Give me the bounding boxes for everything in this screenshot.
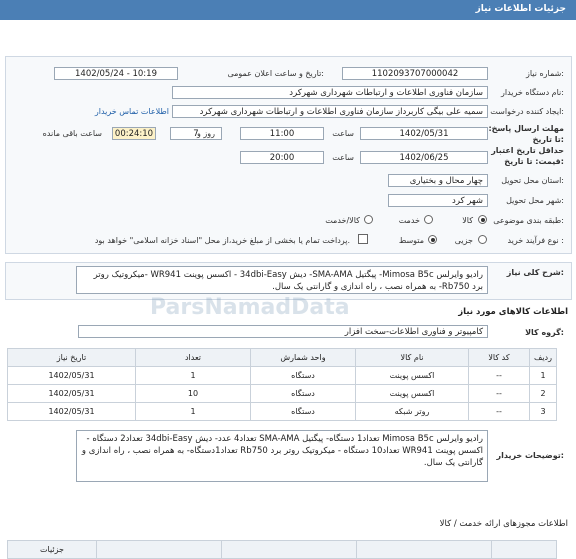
validity-label: حداقل تاریخ اعتبار قیمت: تا تاریخ:: [491, 146, 564, 166]
table-row: 2 -- اکسس پوینت دستگاه 10 1402/05/31: [7, 384, 557, 403]
cell-row: 2: [529, 384, 557, 403]
treasury-checkbox[interactable]: [358, 234, 368, 244]
cell-date: 1402/05/31: [7, 366, 136, 385]
summary-text: رادیو وایرلس Mimosa B5c- پیگتیل SMA-AMA-…: [76, 266, 488, 294]
table-row: 1 -- اکسس پوینت دستگاه 1 1402/05/31: [7, 366, 557, 385]
validity-time-label: ساعت: [332, 153, 354, 162]
deadline-date-field: 1402/05/31: [360, 127, 488, 140]
licenses-col-details: جزئیات: [7, 540, 97, 559]
goods-group-field: کامپیوتر و فناوری اطلاعات-سخت افزار: [78, 325, 488, 338]
creator-field: سمیه علی بیگی کاربرداز سازمان فناوری اطل…: [172, 105, 488, 118]
cell-name: روتر شبکه: [355, 402, 469, 421]
city-label: شهر محل تحویل:: [506, 196, 564, 205]
buyer-label: نام دستگاه خریدار:: [500, 88, 564, 97]
remaining-label: ساعت باقی مانده: [42, 129, 102, 138]
validity-date-field: 1402/06/25: [360, 151, 488, 164]
city-field: شهر کرد: [388, 194, 488, 207]
creator-label: ایجاد کننده درخواست:: [490, 107, 564, 116]
summary-label: شرح کلی نیاز:: [506, 268, 564, 277]
cell-unit: دستگاه: [250, 384, 356, 403]
time-remaining-field: 00:24:10: [112, 127, 156, 140]
cell-row: 1: [529, 366, 557, 385]
cell-name: اکسس پوینت: [355, 366, 469, 385]
licenses-col-blank: [491, 540, 557, 559]
cell-unit: دستگاه: [250, 366, 356, 385]
province-label: استان محل تحویل:: [501, 176, 564, 185]
licenses-col-blank-4: [96, 540, 222, 559]
validity-time-field: 20:00: [240, 151, 324, 164]
cell-qty: 1: [135, 402, 251, 421]
need-number-label: شماره نیاز:: [525, 69, 564, 78]
buyer-field: سازمان فناوری اطلاعات و ارتباطات شهرداری…: [172, 86, 488, 99]
licenses-title: اطلاعات مجوزهای ارائه خدمت / کالا: [439, 519, 568, 529]
cell-code: --: [468, 384, 530, 403]
watermark: ParsNamadData: [150, 295, 350, 320]
category-label: طبقه بندی موضوعی:: [493, 216, 564, 225]
licenses-table-header: جزئیات: [7, 540, 557, 559]
deadline-time-field: 11:00: [240, 127, 324, 140]
province-field: چهار محال و بختیاری: [388, 174, 488, 187]
cell-name: اکسس پوینت: [355, 384, 469, 403]
deadline-time-label: ساعت: [332, 129, 354, 138]
category-option-both: کالا/خدمت: [325, 216, 360, 225]
contact-buyer-link[interactable]: اطلاعات تماس خریدار: [95, 107, 169, 116]
category-option-service: خدمت: [398, 216, 420, 225]
deadline-label: مهلت ارسال پاسخ: تا تاریخ:: [488, 124, 564, 144]
cell-qty: 10: [135, 384, 251, 403]
purchase-option-minor: جزیی: [454, 236, 473, 245]
col-name: نام کالا: [355, 348, 469, 367]
days-label: روز و: [197, 129, 215, 138]
purchase-type-label: نوع فرآیند خرید :: [507, 236, 564, 245]
cell-row: 3: [529, 402, 557, 421]
category-radio-service[interactable]: [424, 215, 433, 224]
col-unit: واحد شمارش: [250, 348, 356, 367]
col-row: ردیف: [529, 348, 557, 367]
announce-field: 1402/05/24 - 10:19: [54, 67, 178, 80]
licenses-table: جزئیات: [7, 540, 557, 559]
cell-code: --: [468, 366, 530, 385]
buyer-notes-text: رادیو وایرلس Mimosa B5c تعداد1 دستگاه- پ…: [76, 430, 488, 482]
goods-section-title: اطلاعات کالاهای مورد نیاز: [458, 307, 568, 317]
cell-date: 1402/05/31: [7, 384, 136, 403]
category-radio-both[interactable]: [364, 215, 373, 224]
cell-qty: 1: [135, 366, 251, 385]
licenses-col-blank-3: [221, 540, 357, 559]
purchase-radio-minor[interactable]: [478, 235, 487, 244]
page-header: جزئیات اطلاعات نیاز: [0, 0, 576, 20]
table-row: 3 -- روتر شبکه دستگاه 1 1402/05/31: [7, 402, 557, 421]
announce-label: تاریخ و ساعت اعلان عمومی:: [227, 69, 324, 78]
payment-note: پرداخت تمام یا بخشی از مبلغ خرید،از محل …: [94, 236, 350, 245]
col-qty: تعداد: [135, 348, 251, 367]
purchase-radio-medium[interactable]: [428, 235, 437, 244]
col-date: تاریخ نیاز: [7, 348, 136, 367]
page-title: جزئیات اطلاعات نیاز: [475, 4, 566, 14]
need-number-field: 1102093707000042: [342, 67, 488, 80]
goods-table-header: ردیف کد کالا نام کالا واحد شمارش تعداد ت…: [7, 348, 557, 367]
category-radio-goods[interactable]: [478, 215, 487, 224]
goods-group-label: گروه کالا:: [525, 328, 564, 337]
purchase-option-medium: متوسط: [398, 236, 424, 245]
licenses-col-blank-2: [356, 540, 492, 559]
cell-date: 1402/05/31: [7, 402, 136, 421]
category-option-goods: کالا: [462, 216, 473, 225]
col-code: کد کالا: [468, 348, 530, 367]
goods-table: ردیف کد کالا نام کالا واحد شمارش تعداد ت…: [7, 348, 557, 421]
buyer-notes-label: توضیحات خریدار:: [496, 451, 564, 460]
cell-unit: دستگاه: [250, 402, 356, 421]
cell-code: --: [468, 402, 530, 421]
